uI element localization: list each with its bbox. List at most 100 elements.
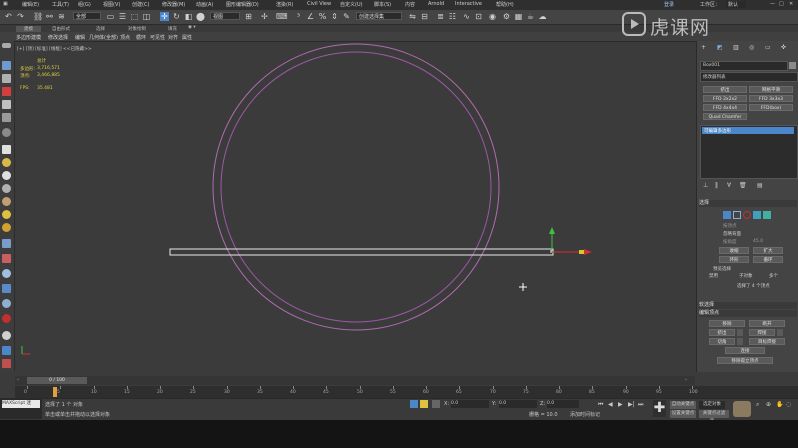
object-color-swatch[interactable] bbox=[789, 62, 796, 69]
unlink-icon[interactable]: ⚯ bbox=[45, 12, 54, 21]
remove-isolated-vertices-button[interactable]: 移除孤立顶点 bbox=[717, 357, 773, 364]
shrink-button[interactable]: 收缩 bbox=[719, 247, 749, 254]
window-crossing-icon[interactable]: ◫ bbox=[142, 12, 151, 21]
select-rotate-icon[interactable]: ↻ bbox=[172, 12, 181, 21]
object-name-field[interactable]: Box001 bbox=[700, 61, 788, 71]
x-coordinate-field[interactable]: 0.0 bbox=[451, 400, 489, 408]
vertex-mode-icon[interactable] bbox=[723, 211, 731, 219]
menu-rendering[interactable]: 渲染(R) bbox=[276, 1, 293, 8]
set-key-icon[interactable]: ✚ bbox=[653, 400, 666, 417]
menu-view[interactable]: 视图(V) bbox=[103, 1, 120, 8]
snaps-toggle-icon[interactable]: ³ bbox=[294, 12, 303, 21]
mod-ffd333-button[interactable]: FFD 3x3x3 bbox=[749, 95, 793, 102]
inner-circle-shape[interactable] bbox=[220, 51, 492, 323]
schematic-view-icon[interactable]: ⊡ bbox=[474, 12, 483, 21]
element-mode-icon[interactable] bbox=[763, 211, 771, 219]
render-in-cloud-icon[interactable]: ☁ bbox=[538, 12, 547, 21]
keyboard-shortcut-icon[interactable]: ⌨ bbox=[276, 12, 288, 21]
by-vertex-checkbox[interactable]: 按顶点 bbox=[723, 223, 737, 229]
rollout-selection[interactable]: 选择 bbox=[699, 200, 797, 207]
undo-icon[interactable]: ↶ bbox=[4, 12, 13, 21]
chamfer-button[interactable]: 切角 bbox=[709, 338, 735, 345]
gizmo-xy-plane[interactable] bbox=[579, 250, 584, 254]
menu-animation[interactable]: 动画(A) bbox=[196, 1, 213, 8]
reference-coordinate-select[interactable]: 视图 bbox=[210, 12, 240, 20]
selection-filter-select[interactable]: 全部 bbox=[73, 12, 101, 20]
material-ball-icon[interactable] bbox=[2, 331, 11, 340]
pyramid-icon[interactable] bbox=[2, 197, 11, 206]
gizmo-y-arrow[interactable] bbox=[549, 227, 555, 234]
chamfer-settings-button[interactable] bbox=[737, 338, 743, 345]
rollout-edit-vertices[interactable]: 编辑顶点 bbox=[699, 310, 797, 317]
menu-scripting[interactable]: 脚本(S) bbox=[374, 1, 391, 8]
menu-edit[interactable]: 编辑(E) bbox=[22, 1, 39, 8]
connect-button[interactable]: 连接 bbox=[725, 347, 765, 354]
grow-button[interactable]: 扩大 bbox=[753, 247, 783, 254]
sphere-primitive-icon[interactable] bbox=[2, 74, 11, 83]
y-coordinate-field[interactable]: 0.0 bbox=[499, 400, 537, 408]
angle-snap-icon[interactable]: ∠ bbox=[306, 12, 315, 21]
time-slider-next-icon[interactable]: › bbox=[685, 377, 687, 383]
time-slider-prev-icon[interactable]: ‹ bbox=[17, 377, 26, 384]
ribbon-align[interactable]: 对齐 bbox=[168, 34, 178, 41]
rollout-soft-selection[interactable]: 软选择 bbox=[699, 302, 797, 309]
mod-meshsmooth-button[interactable]: 网格平滑 bbox=[749, 86, 793, 93]
ribbon-geometry-all[interactable]: 几何体(全部) bbox=[89, 34, 118, 41]
angle-value[interactable]: 45.0 bbox=[753, 239, 763, 244]
layer-manager-icon[interactable]: ≣ bbox=[436, 12, 445, 21]
maxscript-listener[interactable]: MAXScript 迷 bbox=[0, 399, 42, 419]
pivot-center-icon[interactable]: ⊞ bbox=[244, 12, 253, 21]
show-end-result-icon[interactable]: ‖ bbox=[715, 182, 718, 189]
workspace-select[interactable]: 默认 bbox=[726, 1, 747, 8]
preview-multi-radio[interactable]: 多个 bbox=[769, 273, 778, 279]
rectangular-selection-icon[interactable]: ⬚ bbox=[130, 12, 139, 21]
weld-button[interactable]: 焊接 bbox=[749, 329, 775, 336]
cp-tab-motion-icon[interactable]: ◎ bbox=[749, 44, 754, 51]
pan-icon[interactable]: ✋ bbox=[776, 401, 783, 408]
zoom-icon[interactable]: ⌕ bbox=[756, 401, 759, 409]
absolute-mode-icon[interactable] bbox=[432, 400, 440, 408]
menu-interactive[interactable]: Interactive bbox=[455, 1, 482, 7]
close-icon[interactable]: ✕ bbox=[789, 1, 793, 7]
cp-tab-modify-icon[interactable]: ◩ bbox=[717, 44, 723, 51]
menu-help[interactable]: 帮助(H) bbox=[496, 1, 514, 8]
cp-tab-utilities-icon[interactable]: ✜ bbox=[781, 44, 786, 51]
extrude-button[interactable]: 挤出 bbox=[709, 329, 735, 336]
stack-item-editable-poly[interactable]: 可编辑多边形 bbox=[702, 127, 794, 134]
next-frame-icon[interactable]: ▶| bbox=[628, 401, 635, 408]
menu-tools[interactable]: 工具(T) bbox=[52, 1, 69, 8]
go-to-start-icon[interactable]: ⏮ bbox=[598, 401, 603, 409]
bind-space-warp-icon[interactable]: ≋ bbox=[57, 12, 66, 21]
prev-frame-icon[interactable]: ◀ bbox=[608, 401, 613, 408]
cylinder-icon[interactable] bbox=[2, 128, 11, 137]
mod-ffd444-button[interactable]: FFD 4x4x4 bbox=[703, 104, 747, 111]
ribbon-options-icon[interactable]: ◉ ▾ bbox=[188, 25, 196, 30]
polygon-mode-icon[interactable] bbox=[753, 211, 761, 219]
cp-tab-create-icon[interactable]: + bbox=[701, 44, 706, 51]
ignore-backfacing-checkbox[interactable]: 忽略背面 bbox=[723, 231, 741, 237]
teapot-icon[interactable] bbox=[2, 87, 11, 96]
zoom-all-icon[interactable]: ⊕ bbox=[766, 401, 771, 408]
mod-ffdbox-button[interactable]: FFD(box) bbox=[749, 104, 793, 111]
shapes-icon[interactable] bbox=[2, 314, 11, 323]
minimize-icon[interactable]: — bbox=[770, 1, 775, 7]
key-mode-icon[interactable] bbox=[733, 401, 751, 417]
torus-icon[interactable] bbox=[2, 158, 11, 167]
go-to-end-icon[interactable]: ⏭ bbox=[638, 401, 643, 409]
menu-content[interactable]: 内容 bbox=[405, 1, 415, 8]
key-filters-button[interactable]: 关键点过滤器... bbox=[699, 410, 729, 424]
percent-snap-icon[interactable]: % bbox=[318, 12, 327, 21]
loop-button[interactable]: 循环 bbox=[753, 256, 783, 263]
display-icon[interactable] bbox=[2, 359, 11, 368]
selected-object-select[interactable]: 选定对象 bbox=[699, 401, 725, 409]
space-warps-icon[interactable] bbox=[2, 269, 11, 278]
select-object-icon[interactable]: ▭ bbox=[106, 12, 115, 21]
spinner-snap-icon[interactable]: ⇕ bbox=[330, 12, 339, 21]
maximize-icon[interactable]: □ bbox=[779, 1, 784, 7]
scene-explorer-icon[interactable]: ☷ bbox=[448, 12, 457, 21]
ring-button[interactable]: 环形 bbox=[719, 256, 749, 263]
z-coordinate-field[interactable]: 0.0 bbox=[547, 400, 579, 408]
by-angle-checkbox[interactable]: 按角度 bbox=[723, 239, 737, 245]
ribbon-properties[interactable]: 属性 bbox=[182, 34, 192, 41]
cp-tab-display-icon[interactable]: ▭ bbox=[765, 44, 771, 51]
